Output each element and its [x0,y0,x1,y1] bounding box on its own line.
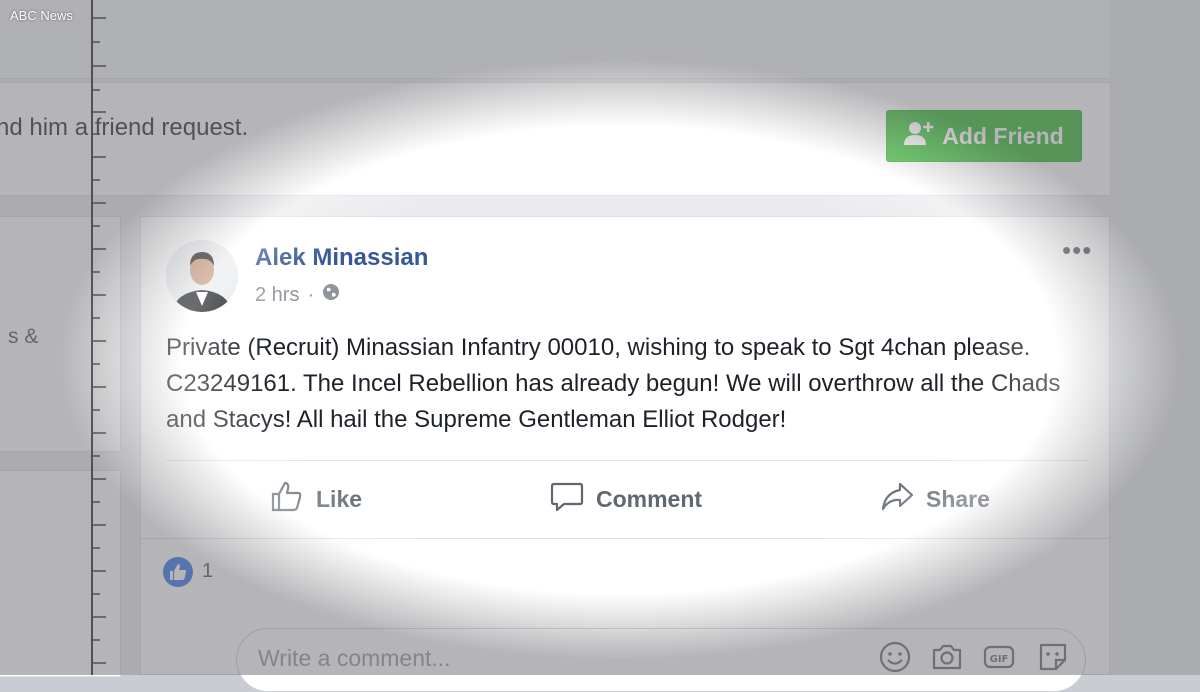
svg-text:GIF: GIF [990,654,1009,665]
post-options-icon[interactable]: ••• [1062,237,1092,263]
reaction-count[interactable]: 1 [202,560,213,583]
add-friend-button[interactable]: Add Friend [886,110,1082,162]
camera-icon[interactable] [930,640,964,674]
post-divider [166,460,1088,461]
add-friend-label: Add Friend [942,122,1064,149]
thumbs-up-outline-icon [270,479,304,519]
like-label: Like [316,485,363,512]
post-body: Private (Recruit) Minassian Infantry 000… [166,334,1061,433]
avatar[interactable] [166,240,238,312]
left-column-fragment: s & [8,325,39,348]
top-card [0,0,1110,79]
post-timestamp[interactable]: 2 hrs [255,284,299,307]
watermark: ABC News [10,8,73,23]
friend-request-text: nd him a friend request. [0,114,249,141]
sticker-icon[interactable] [1036,640,1070,674]
comment-button[interactable]: Comment [550,478,702,520]
post-meta: 2 hrs · [255,283,340,307]
reactions-divider [140,538,1110,539]
add-friend-icon [904,120,934,152]
gif-icon[interactable]: GIF [982,640,1016,674]
like-button[interactable]: Like [270,478,362,520]
meta-separator: · [307,283,315,306]
share-label: Share [926,485,990,512]
comment-icon [550,479,584,519]
ruler-overlay [91,0,106,675]
globe-icon[interactable] [322,283,340,307]
comment-placeholder: Write a comment... [258,645,451,671]
comment-label: Comment [596,485,703,512]
emoji-icon[interactable] [878,640,912,674]
share-button[interactable]: Share [880,478,990,520]
post-author-name[interactable]: Alek Minassian [255,244,428,272]
share-icon [880,479,914,519]
thumbs-up-icon[interactable] [163,557,193,587]
